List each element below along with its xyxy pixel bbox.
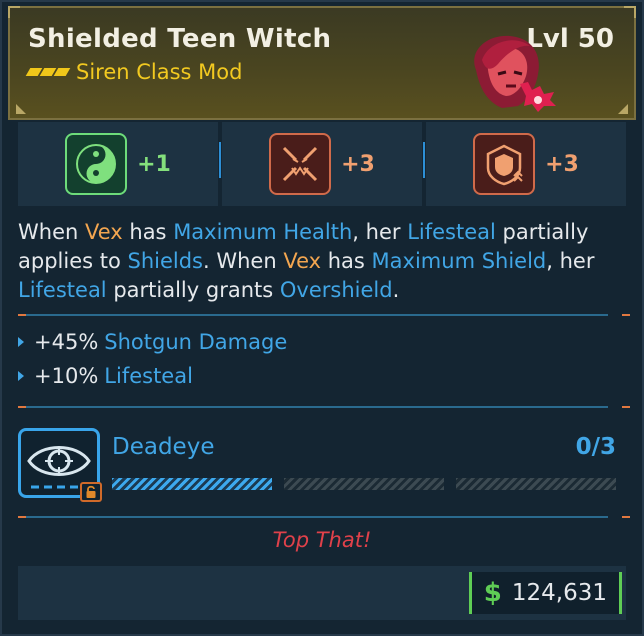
skill-progress-segment	[284, 478, 444, 490]
keyword: Overshield	[279, 278, 393, 302]
bullet-arrow-icon	[18, 337, 24, 347]
item-type-row: Siren Class Mod	[25, 60, 243, 84]
keyword: Shields	[127, 249, 204, 273]
item-description: When Vex has Maximum Health, her Lifeste…	[18, 220, 595, 302]
divider	[18, 314, 608, 316]
keyword: Lifesteal	[407, 220, 496, 244]
siren-portrait-icon	[474, 35, 556, 112]
price-tag: $ 124,631	[468, 572, 622, 614]
bonus-item: +10% Lifesteal	[18, 364, 193, 388]
item-header: Shielded Teen Witch Lvl 50 Siren Class M…	[8, 6, 636, 120]
stat-value: +3	[341, 151, 375, 177]
currency-icon: $	[483, 578, 502, 608]
skill-progress-segment	[456, 478, 616, 490]
item-type: Siren Class Mod	[76, 60, 243, 84]
lock-icon	[80, 482, 102, 502]
keyword: Vex	[84, 220, 123, 244]
stat-slot-1[interactable]: +1	[18, 122, 218, 206]
stat-slot-2[interactable]: +3	[219, 122, 422, 206]
skill-name: Deadeye	[112, 434, 215, 460]
bullet-arrow-icon	[18, 371, 24, 381]
spiked-face-icon	[269, 133, 332, 195]
flavor-text: Top That!	[272, 528, 372, 552]
keyword: Vex	[283, 249, 322, 273]
keyword: Maximum Shield	[371, 249, 547, 273]
stat-slot-3[interactable]: +3	[423, 122, 626, 206]
price-amount: 124,631	[511, 580, 607, 606]
skill-count: 0/3	[575, 434, 616, 460]
skill-progress-segment-filled	[112, 478, 272, 490]
item-name: Shielded Teen Witch	[28, 24, 332, 54]
keyword: Lifesteal	[18, 278, 107, 302]
keyword: Maximum Health	[173, 220, 353, 244]
stat-value: +1	[137, 151, 171, 177]
skill-stats-bar: +1 +3 +3	[18, 122, 626, 206]
rarity-chevrons-icon	[25, 68, 71, 76]
divider	[18, 516, 608, 518]
yin-yang-icon	[65, 133, 128, 195]
bonus-item: +45% Shotgun Damage	[18, 330, 287, 354]
item-card: Shielded Teen Witch Lvl 50 Siren Class M…	[0, 0, 644, 636]
stat-value: +3	[545, 151, 579, 177]
shield-emblem-icon	[473, 133, 536, 195]
divider	[18, 406, 608, 408]
